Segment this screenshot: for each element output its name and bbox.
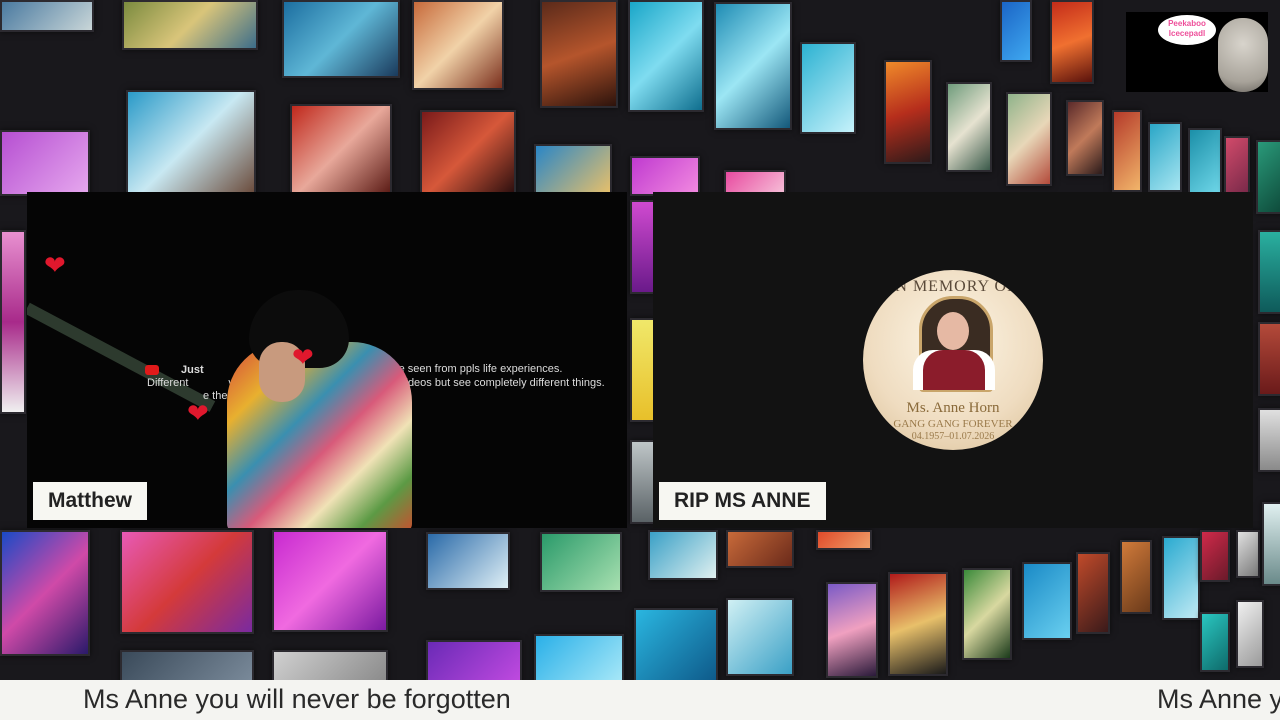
screen-tile (534, 144, 612, 196)
screen-tile (1162, 536, 1200, 620)
caption-fragment: Different (147, 377, 189, 389)
screen-tile (120, 650, 254, 680)
memorial-dates: 04.1957–01.07.2026 (911, 431, 995, 442)
screen-tile (412, 0, 504, 90)
overlay-logo: Peekaboo Icecepadl (1126, 12, 1268, 92)
screen-tile (534, 634, 624, 680)
screen-tile (1262, 502, 1280, 586)
memorial-name: Ms. Anne Horn (906, 400, 1000, 416)
screen-tile (726, 530, 794, 568)
memorial-portrait-dress (923, 350, 985, 390)
microphone-arm (27, 302, 216, 412)
screen-tile (426, 532, 510, 590)
screen-tile (1258, 322, 1280, 396)
youtube-icon (145, 365, 159, 376)
screen-tile (884, 60, 932, 164)
memorial-header: IN MEMORY OF (889, 278, 1017, 295)
screen-tile (282, 0, 400, 78)
heart-icon: ❤ (292, 342, 314, 372)
screen-tile (1000, 0, 1032, 62)
screen-tile (290, 104, 392, 196)
screen-tile (648, 530, 718, 580)
screen-tile (1148, 122, 1182, 192)
screen-tile (826, 582, 878, 678)
caption-line: Differentve (147, 377, 240, 389)
screen-tile (1006, 92, 1052, 186)
participant-name-tag: RIP MS ANNE (659, 482, 826, 520)
caption-line: videos but see completely different thin… (400, 377, 605, 389)
screen-tile (1188, 128, 1222, 194)
screen-tile (1258, 230, 1280, 314)
screen-tile (628, 0, 704, 112)
screen-tile (1258, 408, 1280, 472)
screen-tile (1112, 110, 1142, 192)
screen-tile (1200, 530, 1230, 582)
screen-tile (1236, 530, 1260, 578)
heart-icon: ❤ (44, 250, 66, 280)
ticker-text-repeat: Ms Anne y (1157, 684, 1280, 714)
screen-tile (540, 0, 618, 108)
memorial-avatar: IN MEMORY OF Ms. Anne Horn GANG GANG FOR… (863, 270, 1043, 450)
screen-tile (726, 598, 794, 676)
screen-tile (946, 82, 992, 172)
screen-tile (0, 230, 26, 414)
screen-tile (426, 640, 522, 680)
screen-tile (0, 0, 94, 32)
caption-line: Just (145, 364, 204, 376)
screen-tile (800, 42, 856, 134)
screen-tile (0, 530, 90, 656)
participant-panel-rip-ms-anne: IN MEMORY OF Ms. Anne Horn GANG GANG FOR… (653, 192, 1253, 528)
screen-tile (1236, 600, 1264, 668)
screen-tile (816, 530, 872, 550)
overlay-avatar (1218, 18, 1268, 92)
screen-tile (1200, 612, 1230, 672)
screen-tile (272, 650, 388, 680)
screen-tile (122, 0, 258, 50)
screen-tile (630, 156, 700, 196)
participant-name-tag: Matthew (33, 482, 147, 520)
ticker-text: Ms Anne you will never be forgotten (83, 684, 511, 714)
screen-tile (420, 110, 516, 196)
overlay-bubble: Peekaboo Icecepadl (1158, 15, 1216, 45)
screen-tile (1050, 0, 1094, 84)
screen-tile (962, 568, 1012, 660)
screen-tile (1256, 140, 1280, 214)
screen-tile (888, 572, 948, 676)
screen-tile (1066, 100, 1104, 176)
memorial-portrait-face (937, 312, 969, 350)
screen-tile (1224, 136, 1250, 194)
screen-tile (126, 90, 256, 196)
screen-tile (1120, 540, 1152, 614)
screen-tile (634, 608, 718, 680)
screen-tile (714, 2, 792, 130)
heart-icon: ❤ (187, 398, 209, 428)
scrolling-ticker: Ms Anne you will never be forgotten Ms A… (0, 680, 1280, 720)
screen-tile (1022, 562, 1072, 640)
screen-tile (540, 532, 622, 592)
caption-fragment: Just (181, 364, 204, 376)
screen-tile (0, 130, 90, 196)
screen-tile (272, 530, 388, 632)
screen-tile (1076, 552, 1110, 634)
screen-tile (120, 530, 254, 634)
participant-panel-matthew: Just Differentve e the ngs are seen from… (27, 192, 627, 528)
memorial-subtitle: GANG GANG FOREVER (893, 418, 1013, 430)
streamer-body (227, 342, 412, 528)
